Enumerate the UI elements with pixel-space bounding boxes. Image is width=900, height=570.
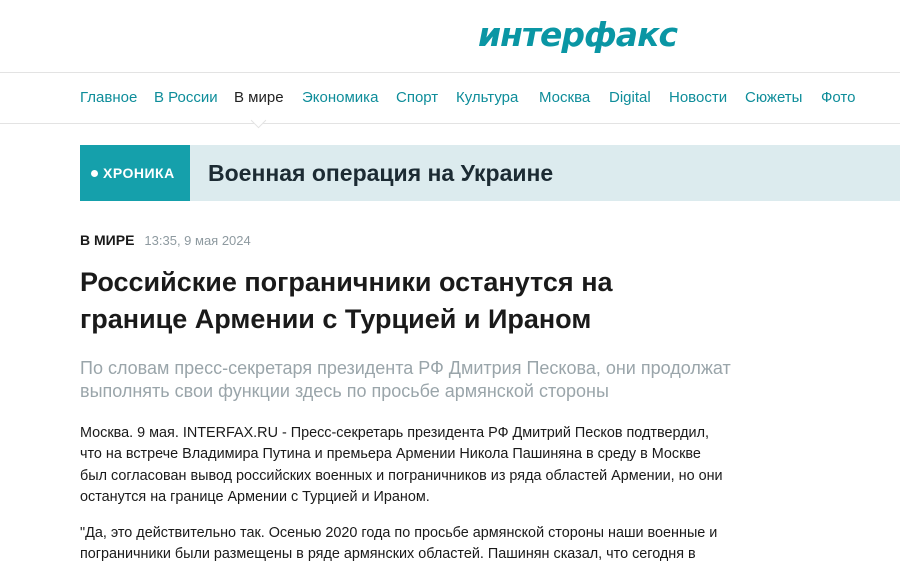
article-paragraph: "Да, это действительно так. Осенью 2020 … bbox=[80, 525, 718, 563]
logo-text: интерфакс bbox=[478, 14, 678, 54]
article-date: 13:35, 9 мая 2024 bbox=[144, 233, 251, 248]
article-headline: Российские пограничники останутся на гра… bbox=[80, 267, 613, 334]
nav-item-stories[interactable]: Сюжеты bbox=[745, 89, 802, 106]
chronicle-tag-label: ХРОНИКА bbox=[103, 165, 175, 181]
dot-icon bbox=[91, 169, 98, 177]
interfax-logo[interactable]: интерфакс bbox=[478, 10, 678, 58]
chronicle-title: Военная операция на Украине bbox=[208, 159, 554, 186]
nav-item-economy[interactable]: Экономика bbox=[302, 89, 378, 106]
nav-item-culture[interactable]: Культура bbox=[456, 89, 518, 106]
article-paragraph: Москва. 9 мая. INTERFAX.RU - Пресс-секре… bbox=[80, 425, 723, 505]
article-lead: По словам пресс-секретаря президента РФ … bbox=[80, 358, 731, 401]
nav-item-digital[interactable]: Digital bbox=[609, 89, 651, 106]
nav-item-news[interactable]: Новости bbox=[669, 89, 727, 106]
active-nav-caret bbox=[250, 112, 267, 129]
chronicle-tag: ХРОНИКА bbox=[80, 145, 190, 201]
article-rubric[interactable]: В МИРЕ bbox=[80, 232, 134, 248]
nav-item-main[interactable]: Главное bbox=[80, 89, 137, 106]
site-header: интерфакс bbox=[0, 0, 900, 73]
main-nav: Главное В России В мире Экономика Спорт … bbox=[0, 73, 900, 129]
nav-item-moscow[interactable]: Москва bbox=[539, 89, 590, 106]
nav-item-photo[interactable]: Фото bbox=[821, 89, 855, 106]
article-meta: В МИРЕ 13:35, 9 мая 2024 bbox=[80, 232, 251, 248]
nav-item-world[interactable]: В мире bbox=[234, 89, 284, 106]
nav-item-sport[interactable]: Спорт bbox=[396, 89, 438, 106]
nav-item-russia[interactable]: В России bbox=[154, 89, 218, 106]
chronicle-banner[interactable]: ХРОНИКА Военная операция на Украине bbox=[80, 145, 900, 201]
